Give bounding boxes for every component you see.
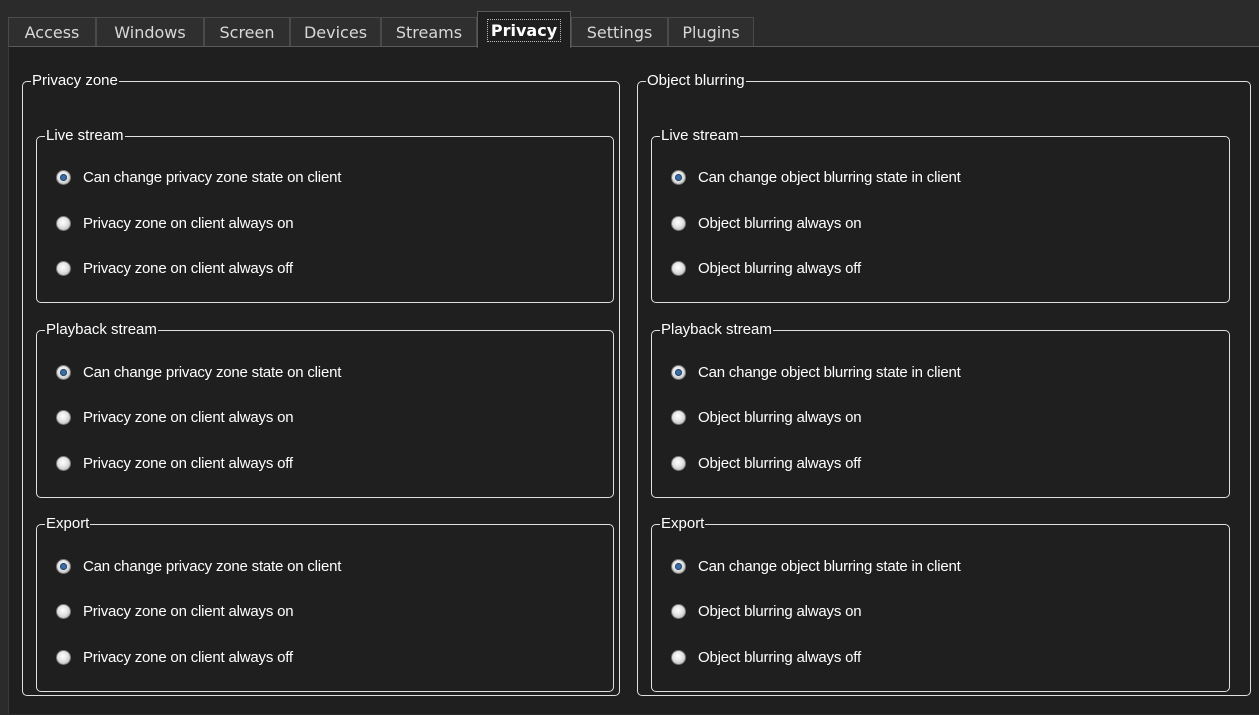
radio-button[interactable] (56, 260, 71, 276)
radio-button[interactable] (671, 169, 686, 185)
blurring-live-option-can-change[interactable]: Can change object blurring state in clie… (671, 166, 961, 188)
blurring-live-option-always-on[interactable]: Object blurring always on (671, 212, 862, 234)
radio-label: Privacy zone on client always on (83, 602, 294, 620)
tab-windows[interactable]: Windows (96, 17, 204, 47)
object-blurring-title: Object blurring (647, 72, 745, 89)
radio-button[interactable] (56, 364, 71, 380)
privacy-tab-content: Privacy zone Live stream Can change priv… (8, 46, 1259, 714)
privacy-zone-title: Privacy zone (32, 72, 118, 89)
privacy-live-stream-group: Live stream Can change privacy zone stat… (36, 128, 614, 303)
radio-label: Can change privacy zone state on client (83, 363, 342, 381)
radio-button[interactable] (56, 455, 71, 471)
radio-button[interactable] (671, 260, 686, 276)
group-title: Playback stream (46, 321, 157, 338)
radio-button[interactable] (56, 409, 71, 425)
privacy-zone-group: Privacy zone Live stream Can change priv… (22, 73, 620, 696)
blurring-playback-option-always-on[interactable]: Object blurring always on (671, 406, 862, 428)
privacy-playback-option-can-change[interactable]: Can change privacy zone state on client (56, 361, 341, 383)
privacy-export-option-always-off[interactable]: Privacy zone on client always off (56, 646, 293, 668)
tab-label: Access (24, 23, 80, 42)
group-title: Live stream (661, 127, 739, 144)
privacy-playback-option-always-on[interactable]: Privacy zone on client always on (56, 406, 294, 428)
object-blurring-group: Object blurring Live stream Can change o… (637, 73, 1251, 696)
group-title: Export (661, 515, 705, 532)
radio-label: Can change object blurring state in clie… (698, 363, 961, 381)
tab-label: Settings (586, 23, 653, 42)
tab-screen[interactable]: Screen (204, 17, 290, 47)
radio-label: Can change privacy zone state on client (83, 557, 342, 575)
tab-label: Streams (395, 23, 463, 42)
radio-button[interactable] (56, 558, 71, 574)
blurring-export-group: Export Can change object blurring state … (651, 516, 1230, 692)
radio-button[interactable] (671, 558, 686, 574)
radio-button[interactable] (56, 169, 71, 185)
privacy-playback-stream-group: Playback stream Can change privacy zone … (36, 322, 614, 498)
radio-label: Object blurring always off (698, 454, 861, 472)
radio-label: Privacy zone on client always off (83, 454, 293, 472)
radio-label: Can change object blurring state in clie… (698, 557, 961, 575)
tab-label: Devices (303, 23, 368, 42)
privacy-export-option-always-on[interactable]: Privacy zone on client always on (56, 600, 294, 622)
blurring-live-option-always-off[interactable]: Object blurring always off (671, 257, 861, 279)
group-title: Export (46, 515, 90, 532)
blurring-playback-option-always-off[interactable]: Object blurring always off (671, 452, 861, 474)
radio-label: Object blurring always off (698, 648, 861, 666)
radio-button[interactable] (56, 215, 71, 231)
privacy-playback-option-always-off[interactable]: Privacy zone on client always off (56, 452, 293, 474)
tab-privacy[interactable]: Privacy (477, 11, 571, 48)
tab-streams[interactable]: Streams (381, 17, 477, 47)
tab-devices[interactable]: Devices (290, 17, 381, 47)
radio-label: Privacy zone on client always on (83, 214, 294, 232)
privacy-live-option-can-change[interactable]: Can change privacy zone state on client (56, 166, 341, 188)
radio-label: Object blurring always on (698, 214, 862, 232)
radio-button[interactable] (56, 603, 71, 619)
radio-label: Object blurring always on (698, 602, 862, 620)
radio-button[interactable] (671, 455, 686, 471)
blurring-playback-option-can-change[interactable]: Can change object blurring state in clie… (671, 361, 961, 383)
blurring-playback-stream-group: Playback stream Can change object blurri… (651, 322, 1230, 498)
privacy-export-group: Export Can change privacy zone state on … (36, 516, 614, 692)
radio-label: Object blurring always on (698, 408, 862, 426)
radio-button[interactable] (671, 364, 686, 380)
radio-button[interactable] (56, 649, 71, 665)
tab-bar: Access Windows Screen Devices Streams Pr… (8, 11, 1258, 48)
privacy-live-option-always-off[interactable]: Privacy zone on client always off (56, 257, 293, 279)
radio-label: Object blurring always off (698, 259, 861, 277)
blurring-export-option-always-off[interactable]: Object blurring always off (671, 646, 861, 668)
radio-button[interactable] (671, 215, 686, 231)
tab-plugins[interactable]: Plugins (668, 17, 754, 47)
radio-label: Can change object blurring state in clie… (698, 168, 961, 186)
tab-label: Plugins (682, 23, 740, 42)
tab-settings[interactable]: Settings (571, 17, 668, 47)
blurring-export-option-can-change[interactable]: Can change object blurring state in clie… (671, 555, 961, 577)
radio-label: Can change privacy zone state on client (83, 168, 342, 186)
radio-button[interactable] (671, 603, 686, 619)
blurring-live-stream-group: Live stream Can change object blurring s… (651, 128, 1230, 303)
radio-button[interactable] (671, 409, 686, 425)
radio-label: Privacy zone on client always off (83, 259, 293, 277)
radio-button[interactable] (671, 649, 686, 665)
blurring-export-option-always-on[interactable]: Object blurring always on (671, 600, 862, 622)
group-title: Live stream (46, 127, 124, 144)
radio-label: Privacy zone on client always off (83, 648, 293, 666)
radio-label: Privacy zone on client always on (83, 408, 294, 426)
group-title: Playback stream (661, 321, 772, 338)
tab-label: Windows (114, 23, 186, 42)
privacy-export-option-can-change[interactable]: Can change privacy zone state on client (56, 555, 341, 577)
tab-label: Screen (219, 23, 275, 42)
privacy-live-option-always-on[interactable]: Privacy zone on client always on (56, 212, 294, 234)
tab-label: Privacy (486, 19, 562, 42)
tab-access[interactable]: Access (8, 17, 96, 47)
